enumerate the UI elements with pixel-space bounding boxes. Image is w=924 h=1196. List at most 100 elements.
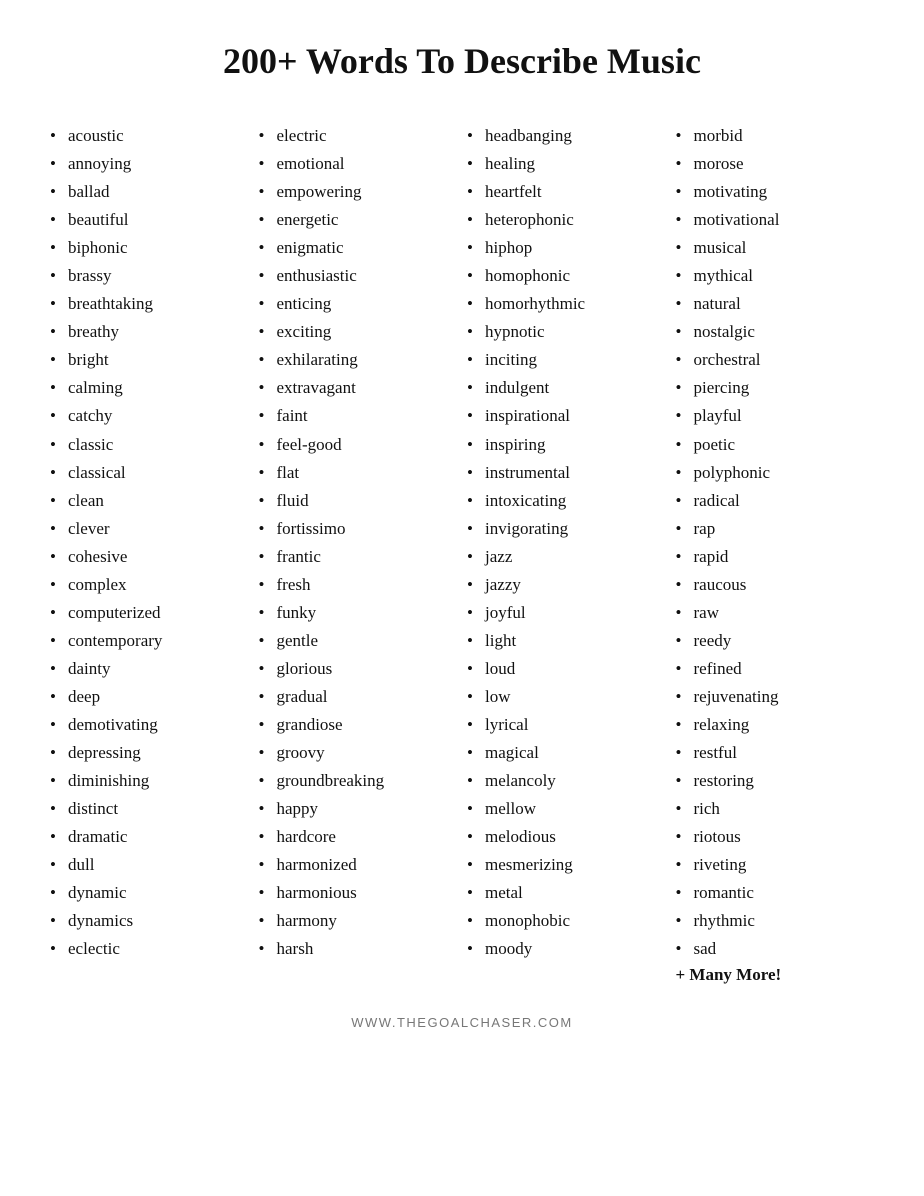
- list-item: feel-good: [259, 431, 458, 459]
- list-item: eclectic: [50, 935, 249, 963]
- list-item: melancoly: [467, 767, 666, 795]
- list-item: dynamics: [50, 907, 249, 935]
- list-item: grandiose: [259, 711, 458, 739]
- many-more-label: + Many More!: [676, 965, 875, 985]
- list-item: motivational: [676, 206, 875, 234]
- list-item: natural: [676, 290, 875, 318]
- list-item: rich: [676, 795, 875, 823]
- list-item: brassy: [50, 262, 249, 290]
- word-list-1: acousticannoyingballadbeautifulbiphonicb…: [50, 122, 249, 963]
- list-item: annoying: [50, 150, 249, 178]
- list-item: biphonic: [50, 234, 249, 262]
- column-1: acousticannoyingballadbeautifulbiphonicb…: [50, 122, 249, 985]
- list-item: complex: [50, 571, 249, 599]
- list-item: cohesive: [50, 543, 249, 571]
- list-item: depressing: [50, 739, 249, 767]
- list-item: instrumental: [467, 459, 666, 487]
- list-item: metal: [467, 879, 666, 907]
- list-item: light: [467, 627, 666, 655]
- list-item: harsh: [259, 935, 458, 963]
- columns-wrapper: acousticannoyingballadbeautifulbiphonicb…: [50, 122, 874, 985]
- list-item: low: [467, 683, 666, 711]
- word-list-2: electricemotionalempoweringenergeticenig…: [259, 122, 458, 963]
- list-item: reedy: [676, 627, 875, 655]
- list-item: polyphonic: [676, 459, 875, 487]
- list-item: romantic: [676, 879, 875, 907]
- list-item: hiphop: [467, 234, 666, 262]
- list-item: electric: [259, 122, 458, 150]
- list-item: glorious: [259, 655, 458, 683]
- list-item: intoxicating: [467, 487, 666, 515]
- list-item: mellow: [467, 795, 666, 823]
- list-item: inspiring: [467, 431, 666, 459]
- list-item: dynamic: [50, 879, 249, 907]
- list-item: classical: [50, 459, 249, 487]
- list-item: clever: [50, 515, 249, 543]
- list-item: calming: [50, 374, 249, 402]
- list-item: sad: [676, 935, 875, 963]
- list-item: ballad: [50, 178, 249, 206]
- list-item: fortissimo: [259, 515, 458, 543]
- list-item: orchestral: [676, 346, 875, 374]
- list-item: groundbreaking: [259, 767, 458, 795]
- list-item: breathy: [50, 318, 249, 346]
- page-title: 200+ Words To Describe Music: [50, 40, 874, 82]
- list-item: mesmerizing: [467, 851, 666, 879]
- list-item: dramatic: [50, 823, 249, 851]
- column-4: morbidmorosemotivatingmotivationalmusica…: [676, 122, 875, 985]
- column-3: headbanginghealingheartfeltheterophonich…: [467, 122, 666, 985]
- list-item: distinct: [50, 795, 249, 823]
- list-item: morbid: [676, 122, 875, 150]
- list-item: raw: [676, 599, 875, 627]
- list-item: musical: [676, 234, 875, 262]
- list-item: hypnotic: [467, 318, 666, 346]
- list-item: radical: [676, 487, 875, 515]
- list-item: inciting: [467, 346, 666, 374]
- list-item: headbanging: [467, 122, 666, 150]
- list-item: empowering: [259, 178, 458, 206]
- list-item: restful: [676, 739, 875, 767]
- list-item: hardcore: [259, 823, 458, 851]
- list-item: contemporary: [50, 627, 249, 655]
- list-item: refined: [676, 655, 875, 683]
- list-item: classic: [50, 431, 249, 459]
- list-item: clean: [50, 487, 249, 515]
- list-item: extravagant: [259, 374, 458, 402]
- list-item: frantic: [259, 543, 458, 571]
- list-item: heterophonic: [467, 206, 666, 234]
- list-item: gradual: [259, 683, 458, 711]
- list-item: deep: [50, 683, 249, 711]
- list-item: demotivating: [50, 711, 249, 739]
- list-item: restoring: [676, 767, 875, 795]
- list-item: faint: [259, 402, 458, 430]
- list-item: joyful: [467, 599, 666, 627]
- list-item: funky: [259, 599, 458, 627]
- list-item: flat: [259, 459, 458, 487]
- list-item: gentle: [259, 627, 458, 655]
- list-item: fluid: [259, 487, 458, 515]
- list-item: moody: [467, 935, 666, 963]
- list-item: computerized: [50, 599, 249, 627]
- list-item: motivating: [676, 178, 875, 206]
- list-item: jazzy: [467, 571, 666, 599]
- list-item: harmonized: [259, 851, 458, 879]
- list-item: magical: [467, 739, 666, 767]
- list-item: dainty: [50, 655, 249, 683]
- list-item: enigmatic: [259, 234, 458, 262]
- list-item: acoustic: [50, 122, 249, 150]
- footer: WWW.THEGOALCHASER.COM: [50, 1015, 874, 1030]
- list-item: poetic: [676, 431, 875, 459]
- list-item: invigorating: [467, 515, 666, 543]
- list-item: homophonic: [467, 262, 666, 290]
- list-item: indulgent: [467, 374, 666, 402]
- word-list-4: morbidmorosemotivatingmotivationalmusica…: [676, 122, 875, 963]
- list-item: diminishing: [50, 767, 249, 795]
- list-item: enthusiastic: [259, 262, 458, 290]
- list-item: playful: [676, 402, 875, 430]
- list-item: loud: [467, 655, 666, 683]
- list-item: raucous: [676, 571, 875, 599]
- list-item: bright: [50, 346, 249, 374]
- list-item: melodious: [467, 823, 666, 851]
- list-item: lyrical: [467, 711, 666, 739]
- list-item: nostalgic: [676, 318, 875, 346]
